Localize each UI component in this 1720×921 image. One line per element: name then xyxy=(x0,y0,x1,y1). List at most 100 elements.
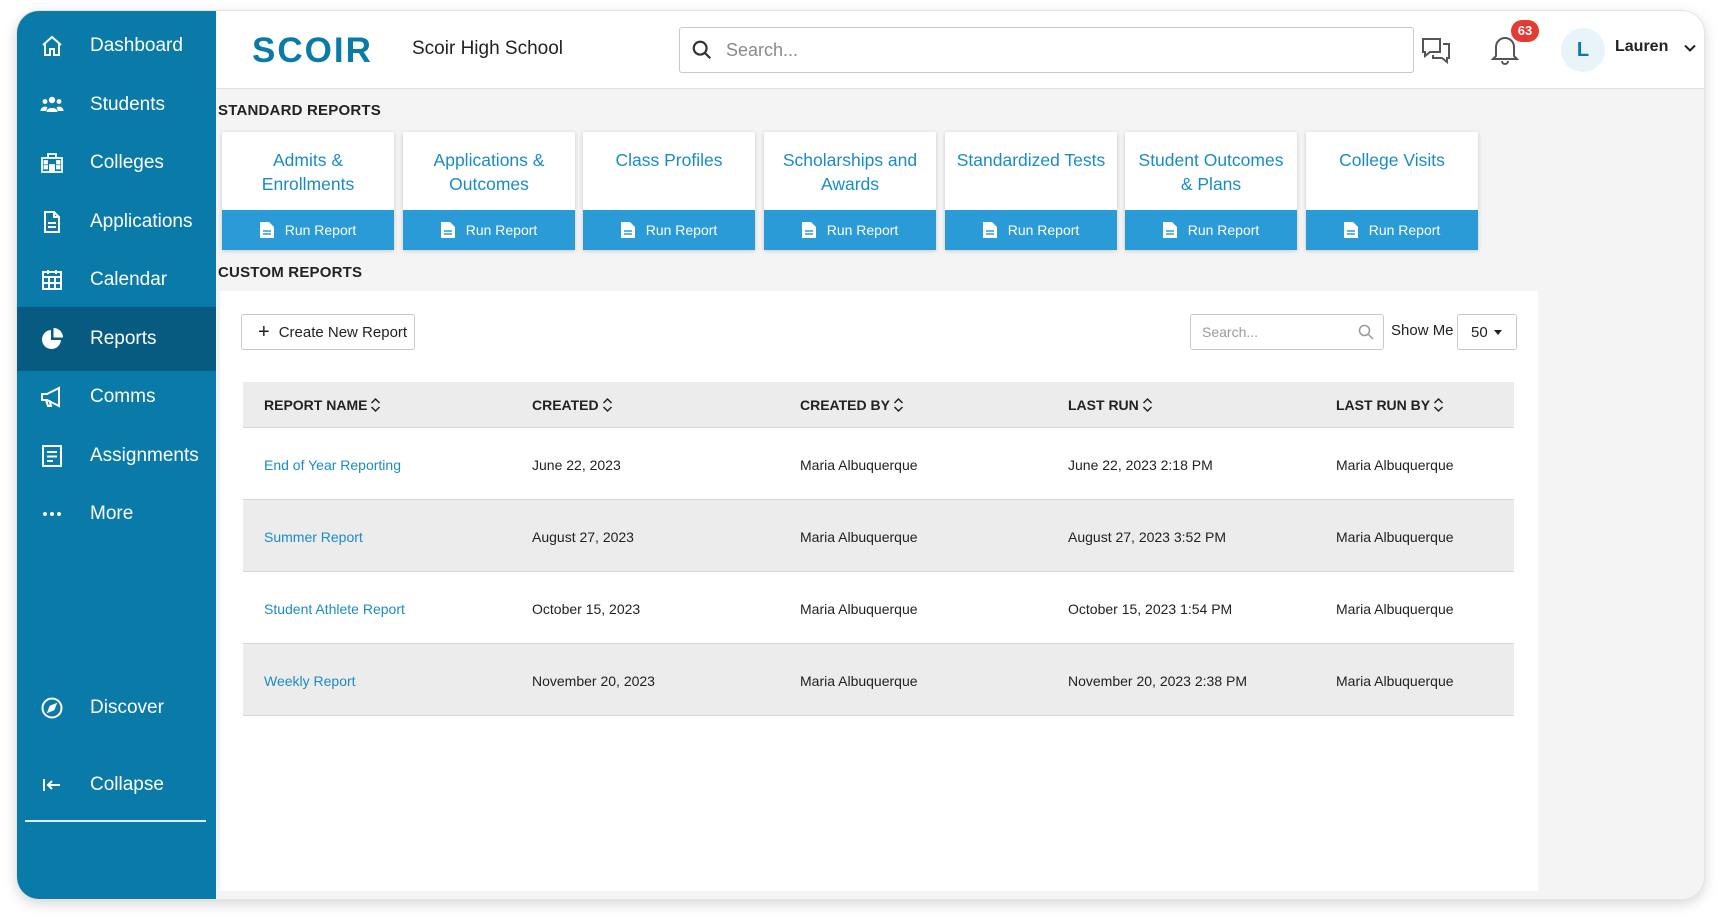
sidebar-item-label: Discover xyxy=(90,697,164,719)
run-report-label: Run Report xyxy=(466,222,538,238)
sidebar-item-label: Calendar xyxy=(90,269,167,291)
page-size-value: 50 xyxy=(1471,324,1488,341)
sidebar-item-calendar[interactable]: Calendar xyxy=(17,248,216,312)
scoir-logo[interactable]: SCOIR xyxy=(252,31,373,71)
created-by: Maria Albuquerque xyxy=(800,601,918,617)
column-header-label: REPORT NAME xyxy=(264,397,367,413)
report-card-title: Scholarships and Awards xyxy=(770,148,930,196)
sidebar-item-applications[interactable]: Applications xyxy=(17,190,216,254)
sidebar-item-label: Applications xyxy=(90,211,192,233)
last-run-by: Maria Albuquerque xyxy=(1336,673,1454,689)
table-row: Weekly Report November 20, 2023 Maria Al… xyxy=(243,644,1514,716)
document-icon xyxy=(260,222,274,238)
document-icon xyxy=(1344,222,1358,238)
custom-reports-title: CUSTOM REPORTS xyxy=(218,264,362,281)
report-name-link[interactable]: Summer Report xyxy=(264,529,363,545)
sort-icon xyxy=(1142,397,1153,413)
report-name-link[interactable]: End of Year Reporting xyxy=(264,457,401,473)
standard-reports-title: STANDARD REPORTS xyxy=(218,102,381,119)
run-report-label: Run Report xyxy=(1188,222,1260,238)
plus-icon: + xyxy=(258,322,270,342)
users-icon xyxy=(40,92,74,118)
show-me-label: Show Me xyxy=(1391,322,1454,339)
top-header: SCOIR Scoir High School 63 L Lauren xyxy=(216,11,1704,89)
chat-icon[interactable] xyxy=(1419,33,1453,67)
report-card-title: Applications & Outcomes xyxy=(409,148,569,196)
column-header-label: CREATED xyxy=(532,397,599,413)
column-header-label: CREATED BY xyxy=(800,397,890,413)
sidebar-item-comms[interactable]: Comms xyxy=(17,365,216,429)
global-search-input[interactable] xyxy=(726,36,1396,64)
sidebar-item-label: Comms xyxy=(90,386,155,408)
run-report-label: Run Report xyxy=(646,222,718,238)
sidebar-item-label: Dashboard xyxy=(90,35,183,57)
last-run: November 20, 2023 2:38 PM xyxy=(1068,673,1247,689)
run-report-button[interactable]: Run Report xyxy=(1125,210,1297,250)
report-card-title: College Visits xyxy=(1312,148,1472,172)
run-report-button[interactable]: Run Report xyxy=(583,210,755,250)
calendar-icon xyxy=(40,267,74,293)
report-name-link[interactable]: Student Athlete Report xyxy=(264,601,405,617)
reports-search-input[interactable] xyxy=(1202,321,1352,343)
run-report-button[interactable]: Run Report xyxy=(764,210,936,250)
chevron-down-icon[interactable] xyxy=(1683,41,1697,55)
search-icon xyxy=(691,39,713,61)
sidebar-collapse[interactable]: Collapse xyxy=(17,753,216,817)
page-size-select[interactable]: 50 xyxy=(1457,314,1517,350)
created-date: October 15, 2023 xyxy=(532,601,640,617)
sidebar-item-discover[interactable]: Discover xyxy=(17,676,216,740)
report-card-scholarships: Scholarships and Awards Run Report xyxy=(764,132,936,250)
run-report-button[interactable]: Run Report xyxy=(945,210,1117,250)
document-icon xyxy=(621,222,635,238)
sidebar-item-assignments[interactable]: Assignments xyxy=(17,424,216,488)
run-report-label: Run Report xyxy=(827,222,899,238)
sidebar-item-students[interactable]: Students xyxy=(17,73,216,137)
table-row: Student Athlete Report October 15, 2023 … xyxy=(243,572,1514,644)
run-report-button[interactable]: Run Report xyxy=(403,210,575,250)
sort-icon xyxy=(893,397,904,413)
column-header-created[interactable]: CREATED xyxy=(532,397,613,413)
last-run: August 27, 2023 3:52 PM xyxy=(1068,529,1226,545)
created-date: August 27, 2023 xyxy=(532,529,634,545)
column-header-report-name[interactable]: REPORT NAME xyxy=(264,397,381,413)
sidebar-item-label: Colleges xyxy=(90,152,164,174)
created-date: June 22, 2023 xyxy=(532,457,621,473)
sidebar-item-more[interactable]: More xyxy=(17,482,216,546)
sidebar-item-reports[interactable]: Reports xyxy=(17,307,216,371)
run-report-button[interactable]: Run Report xyxy=(222,210,394,250)
global-search[interactable] xyxy=(679,27,1414,73)
building-icon xyxy=(40,150,74,176)
user-name[interactable]: Lauren xyxy=(1615,38,1668,56)
caret-down-icon xyxy=(1494,330,1502,335)
column-header-created-by[interactable]: CREATED BY xyxy=(800,397,904,413)
document-icon xyxy=(802,222,816,238)
column-header-last-run-by[interactable]: LAST RUN BY xyxy=(1336,397,1444,413)
create-new-report-button[interactable]: + Create New Report xyxy=(241,314,415,350)
last-run: June 22, 2023 2:18 PM xyxy=(1068,457,1213,473)
sidebar-item-label: Reports xyxy=(90,328,157,350)
column-header-label: LAST RUN xyxy=(1068,397,1139,413)
sidebar-divider xyxy=(25,820,206,822)
sort-icon xyxy=(1433,397,1444,413)
run-report-button[interactable]: Run Report xyxy=(1306,210,1478,250)
app-window: Dashboard Students Colleges Applications… xyxy=(17,11,1704,899)
checklist-icon xyxy=(40,443,74,469)
sidebar-item-dashboard[interactable]: Dashboard xyxy=(17,14,216,78)
sidebar-item-label: Collapse xyxy=(90,774,164,796)
report-name-link[interactable]: Weekly Report xyxy=(264,673,356,689)
report-card-student-outcomes: Student Outcomes & Plans Run Report xyxy=(1125,132,1297,250)
created-date: November 20, 2023 xyxy=(532,673,655,689)
sidebar-item-label: Students xyxy=(90,94,165,116)
created-by: Maria Albuquerque xyxy=(800,457,918,473)
column-header-last-run[interactable]: LAST RUN xyxy=(1068,397,1153,413)
document-icon xyxy=(40,209,74,235)
report-card-title: Student Outcomes & Plans xyxy=(1131,148,1291,196)
sidebar-item-colleges[interactable]: Colleges xyxy=(17,131,216,195)
reports-search[interactable] xyxy=(1190,314,1384,350)
avatar[interactable]: L xyxy=(1561,28,1605,72)
sidebar-item-label: More xyxy=(90,503,133,525)
table-row: Summer Report August 27, 2023 Maria Albu… xyxy=(243,500,1514,572)
school-name: Scoir High School xyxy=(412,38,563,60)
report-card-standardized-tests: Standardized Tests Run Report xyxy=(945,132,1117,250)
run-report-label: Run Report xyxy=(1008,222,1080,238)
